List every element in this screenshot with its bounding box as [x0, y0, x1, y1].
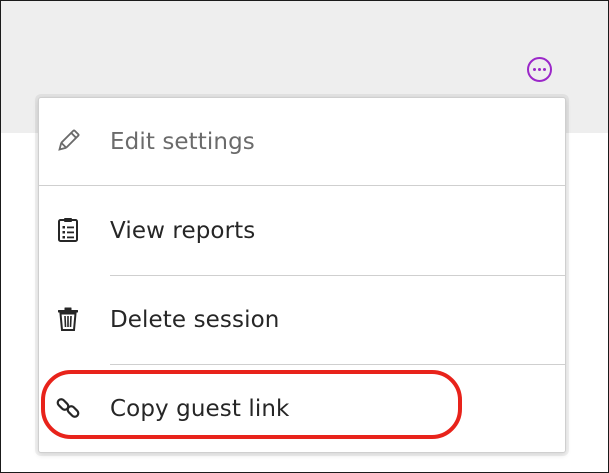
trash-icon: [55, 306, 81, 332]
menu-item-label: View reports: [110, 218, 256, 244]
more-options-button[interactable]: [527, 57, 552, 82]
more-dots-icon: [533, 68, 536, 71]
highlight-annotation: [41, 370, 462, 439]
screenshot-frame: Edit settings View reports Delete sessio…: [0, 0, 609, 473]
clipboard-report-icon: [55, 217, 81, 243]
menu-item-delete-session[interactable]: Delete session: [39, 276, 565, 364]
pencil-icon: [55, 128, 81, 154]
menu-item-edit-settings[interactable]: Edit settings: [39, 98, 565, 186]
menu-item-label: Delete session: [110, 307, 280, 333]
menu-item-view-reports[interactable]: View reports: [39, 187, 565, 275]
menu-item-label: Edit settings: [110, 128, 255, 155]
